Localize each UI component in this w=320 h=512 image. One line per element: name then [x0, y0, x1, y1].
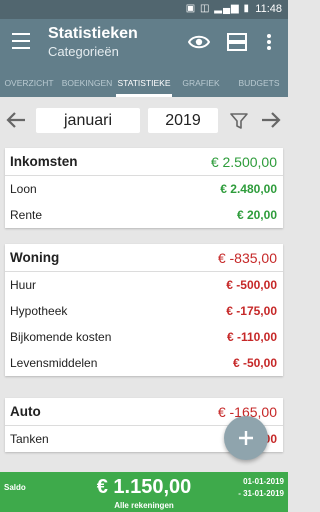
filter-icon[interactable] — [229, 111, 249, 131]
category-header[interactable]: Woning € -835,00 — [5, 244, 283, 272]
list-item[interactable]: Rente € 20,00 — [5, 202, 283, 228]
item-amount: € 20,00 — [236, 208, 277, 222]
page-subtitle: Categorieën — [48, 44, 119, 59]
page-title: Statistieken — [48, 25, 138, 42]
date-to: - 31-01-2019 — [238, 489, 284, 498]
item-label: Huur — [10, 278, 37, 292]
balance-footer: Saldo € 1.150,00 Alle rekeningen 01-01-2… — [0, 472, 288, 512]
date-from: 01-01-2019 — [243, 477, 284, 486]
app-bar: Statistieken Categorieën — [0, 19, 288, 69]
year-select[interactable]: 2019 — [148, 108, 218, 133]
item-label: Tanken — [10, 432, 49, 446]
tab-bar: OVERZICHT BOEKINGEN STATISTIEKE GRAFIEK … — [0, 69, 288, 97]
menu-icon[interactable] — [12, 33, 30, 49]
category-header[interactable]: Inkomsten € 2.500,00 — [5, 148, 283, 176]
item-label: Rente — [10, 208, 43, 222]
layout-icon[interactable] — [226, 32, 248, 52]
status-bar: ▣ ◫ ▂▄▆ ▮ 11:48 — [0, 0, 288, 19]
tab-grafiek[interactable]: GRAFIEK — [172, 69, 230, 97]
item-label: Levensmiddelen — [10, 356, 98, 370]
arrow-right-icon[interactable] — [260, 109, 282, 131]
category-title: Woning — [10, 250, 60, 265]
tab-overzicht[interactable]: OVERZICHT — [0, 69, 58, 97]
category-title: Auto — [10, 404, 41, 419]
month-select[interactable]: januari — [36, 108, 140, 133]
tab-budgets[interactable]: BUDGETS — [230, 69, 288, 97]
item-amount: € 2.480,00 — [220, 182, 277, 196]
status-time: 11:48 — [255, 3, 282, 15]
list-item[interactable]: Hypotheek € -175,00 — [5, 298, 283, 324]
item-amount: € -175,00 — [226, 304, 277, 318]
tab-statistieken[interactable]: STATISTIEKE — [116, 69, 172, 97]
item-label: Hypotheek — [10, 304, 68, 318]
category-card-inkomsten: Inkomsten € 2.500,00 Loon € 2.480,00 Ren… — [5, 148, 283, 228]
item-amount: € -500,00 — [226, 278, 277, 292]
accounts-label: Alle rekeningen — [114, 501, 174, 510]
tab-boekingen[interactable]: BOEKINGEN — [58, 69, 116, 97]
item-label: Loon — [10, 182, 37, 196]
list-item[interactable]: Levensmiddelen € -50,00 — [5, 350, 283, 376]
category-title: Inkomsten — [10, 154, 78, 169]
item-amount: € -50,00 — [232, 356, 277, 370]
item-label: Bijkomende kosten — [10, 330, 112, 344]
category-card-woning: Woning € -835,00 Huur € -500,00 Hypothee… — [5, 244, 283, 376]
add-button[interactable] — [224, 416, 268, 460]
category-total: € 2.500,00 — [210, 154, 277, 170]
eye-icon[interactable] — [188, 33, 210, 51]
plus-icon — [239, 431, 253, 445]
more-vert-icon[interactable] — [262, 32, 276, 52]
list-item[interactable]: Bijkomende kosten € -110,00 — [5, 324, 283, 350]
status-icons: ▣ ◫ ▂▄▆ ▮ — [185, 3, 250, 14]
category-total: € -835,00 — [217, 250, 277, 266]
item-amount: € -110,00 — [226, 330, 277, 344]
period-selector: januari 2019 — [0, 97, 288, 144]
arrow-left-icon[interactable] — [5, 109, 27, 131]
list-item[interactable]: Huur € -500,00 — [5, 272, 283, 298]
list-item[interactable]: Loon € 2.480,00 — [5, 176, 283, 202]
